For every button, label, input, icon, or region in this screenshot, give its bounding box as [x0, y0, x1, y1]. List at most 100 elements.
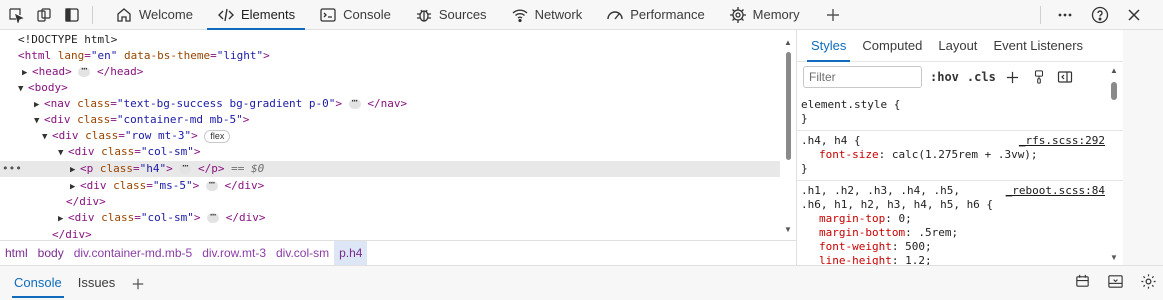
dom-node-html[interactable]: <html lang="en" data-bs-theme="light"> [18, 48, 796, 64]
scroll-up-icon[interactable]: ▲ [1110, 66, 1118, 75]
tab-event-listeners[interactable]: Event Listeners [985, 30, 1091, 62]
breadcrumb-item[interactable]: div.row.mt-3 [197, 241, 271, 266]
collapse-triangle-icon[interactable]: ▼ [18, 81, 28, 97]
rule-declaration[interactable]: margin-top: 0; [801, 212, 1123, 226]
attr-name: lang [57, 49, 85, 62]
collapsed-ellipsis-icon[interactable]: ⋯ [207, 211, 220, 223]
quick-view-icon[interactable] [1074, 273, 1091, 293]
add-panel-button[interactable] [812, 0, 854, 30]
tab-label: Sources [438, 7, 487, 22]
dom-node-selected-p[interactable]: ••• ▶ <p class="h4"> ⋯ </p> == $0 [0, 161, 780, 177]
property-value[interactable]: 0; [898, 212, 911, 225]
tab-console[interactable]: Console [307, 0, 403, 30]
collapse-triangle-icon[interactable]: ▼ [42, 129, 52, 145]
scroll-thumb[interactable] [786, 52, 791, 160]
rule-declaration[interactable]: line-height: 1.2; [801, 254, 1123, 265]
tab-layout[interactable]: Layout [930, 30, 985, 62]
collapsed-ellipsis-icon[interactable]: ⋯ [348, 97, 361, 109]
tab-styles[interactable]: Styles [803, 30, 854, 62]
class-toggle-button[interactable]: .cls [967, 70, 996, 84]
tab-computed[interactable]: Computed [854, 30, 930, 62]
dom-node-row-close[interactable]: </div> [52, 227, 796, 240]
dock-side-icon[interactable] [58, 1, 86, 29]
property-value[interactable]: 500; [905, 240, 932, 253]
property-name: margin-top [819, 212, 886, 225]
code-icon [217, 8, 234, 21]
dom-node-col2[interactable]: ▶ <div class="col-sm"> ⋯ </div> [58, 210, 796, 226]
rule-h4[interactable]: _rfs.scss:292 .h4, h4 { font-size: calc(… [797, 131, 1123, 181]
expand-triangle-icon[interactable]: ▶ [70, 179, 80, 195]
scroll-up-icon[interactable]: ▲ [784, 38, 792, 47]
inspect-element-icon[interactable] [2, 1, 30, 29]
dom-node-col[interactable]: ▼ <div class="col-sm"> [58, 144, 796, 160]
style-rules: element.style { } _rfs.scss:292 .h4, h4 … [797, 95, 1123, 265]
dom-node-head[interactable]: ▶ <head> ⋯ </head> [22, 64, 796, 80]
attr-value: "text-bg-success bg-gradient p-0" [116, 97, 336, 110]
drawer-add-tab-button[interactable] [123, 266, 153, 300]
expand-triangle-icon[interactable]: ▶ [58, 211, 68, 227]
drawer-tab-issues[interactable]: Issues [70, 266, 124, 300]
settings-gear-icon[interactable] [1140, 273, 1157, 293]
more-options-icon[interactable] [1047, 1, 1083, 29]
expand-triangle-icon[interactable]: ▶ [70, 162, 80, 178]
help-icon[interactable] [1083, 1, 1117, 29]
dom-node-doctype[interactable]: <!DOCTYPE html> [18, 32, 796, 48]
collapsed-ellipsis-icon[interactable]: ⋯ [179, 162, 192, 174]
drawer-actions [1074, 266, 1157, 300]
collapsed-ellipsis-icon[interactable]: ⋯ [78, 65, 91, 77]
paint-brush-icon[interactable] [1030, 68, 1048, 86]
property-value[interactable]: .5rem; [918, 226, 958, 239]
source-link[interactable]: _rfs.scss:292 [1019, 134, 1105, 147]
property-value[interactable]: 1.2; [905, 254, 932, 265]
breadcrumb-item[interactable]: html [0, 241, 33, 266]
source-link[interactable]: _reboot.scss:84 [1006, 184, 1105, 197]
scroll-down-icon[interactable]: ▼ [784, 225, 792, 234]
collapsed-ellipsis-icon[interactable]: ⋯ [205, 179, 218, 191]
flex-badge[interactable]: flex [204, 129, 231, 143]
close-icon[interactable] [1117, 1, 1151, 29]
dom-node-nav[interactable]: ▶ <nav class="text-bg-success bg-gradient… [34, 96, 796, 112]
breadcrumb-item[interactable]: body [33, 241, 69, 266]
dom-node-container[interactable]: ▼ <div class="container-md mb-5"> [34, 112, 796, 128]
tab-memory[interactable]: Memory [717, 0, 812, 30]
drawer-tab-console[interactable]: Console [6, 266, 70, 300]
breadcrumb-item[interactable]: div.container-md.mb-5 [69, 241, 198, 266]
device-emulation-icon[interactable] [30, 1, 58, 29]
attr-value: "row mt-3" [124, 129, 192, 142]
styles-scrollbar[interactable]: ▲ ▼ [1107, 66, 1121, 262]
expand-triangle-icon[interactable]: ▶ [22, 65, 32, 81]
rule-headings[interactable]: _reboot.scss:84 .h1, .h2, .h3, .h4, .h5,… [797, 181, 1123, 265]
tag-end: </head> [97, 65, 144, 78]
devtools-toolbar: Welcome Elements Console Sources Network… [0, 0, 1163, 30]
tab-sources[interactable]: Sources [403, 0, 499, 30]
dom-node-col-close[interactable]: </div> [66, 194, 796, 210]
dom-scrollbar[interactable]: ▲ ▼ [782, 38, 794, 234]
styles-filter-input[interactable]: Filter [803, 66, 922, 88]
property-value[interactable]: calc(1.275rem + .3vw); [892, 148, 1038, 161]
toggle-sidebar-icon[interactable] [1056, 68, 1074, 86]
dom-node-body[interactable]: ▼ <body> [18, 80, 796, 96]
dom-node-row[interactable]: ▼ <div class="row mt-3"> flex [42, 128, 796, 144]
tag-end: </div> [224, 179, 265, 192]
tab-network[interactable]: Network [499, 0, 595, 30]
tab-welcome[interactable]: Welcome [103, 0, 205, 30]
more-dots-icon[interactable]: ••• [2, 161, 22, 177]
scroll-down-icon[interactable]: ▼ [1110, 253, 1118, 262]
property-name: line-height [819, 254, 892, 265]
rule-declaration[interactable]: font-size: calc(1.275rem + .3vw); [801, 148, 1123, 162]
dom-node-ms5[interactable]: ▶ <div class="ms-5"> ⋯ </div> [70, 178, 796, 194]
rule-declaration[interactable]: font-weight: 500; [801, 240, 1123, 254]
dock-drawer-icon[interactable] [1107, 273, 1124, 293]
scroll-thumb[interactable] [1111, 82, 1117, 100]
rule-element-style[interactable]: element.style { } [797, 95, 1123, 131]
collapse-triangle-icon[interactable]: ▼ [34, 113, 44, 129]
tab-performance[interactable]: Performance [594, 0, 716, 30]
hover-state-button[interactable]: :hov [930, 70, 959, 84]
breadcrumb-item[interactable]: div.col-sm [271, 241, 334, 266]
expand-triangle-icon[interactable]: ▶ [34, 97, 44, 113]
tab-elements[interactable]: Elements [205, 0, 307, 30]
collapse-triangle-icon[interactable]: ▼ [58, 145, 68, 161]
breadcrumb-item-active[interactable]: p.h4 [334, 240, 368, 266]
new-rule-icon[interactable] [1004, 68, 1022, 86]
rule-declaration[interactable]: margin-bottom: .5rem; [801, 226, 1123, 240]
